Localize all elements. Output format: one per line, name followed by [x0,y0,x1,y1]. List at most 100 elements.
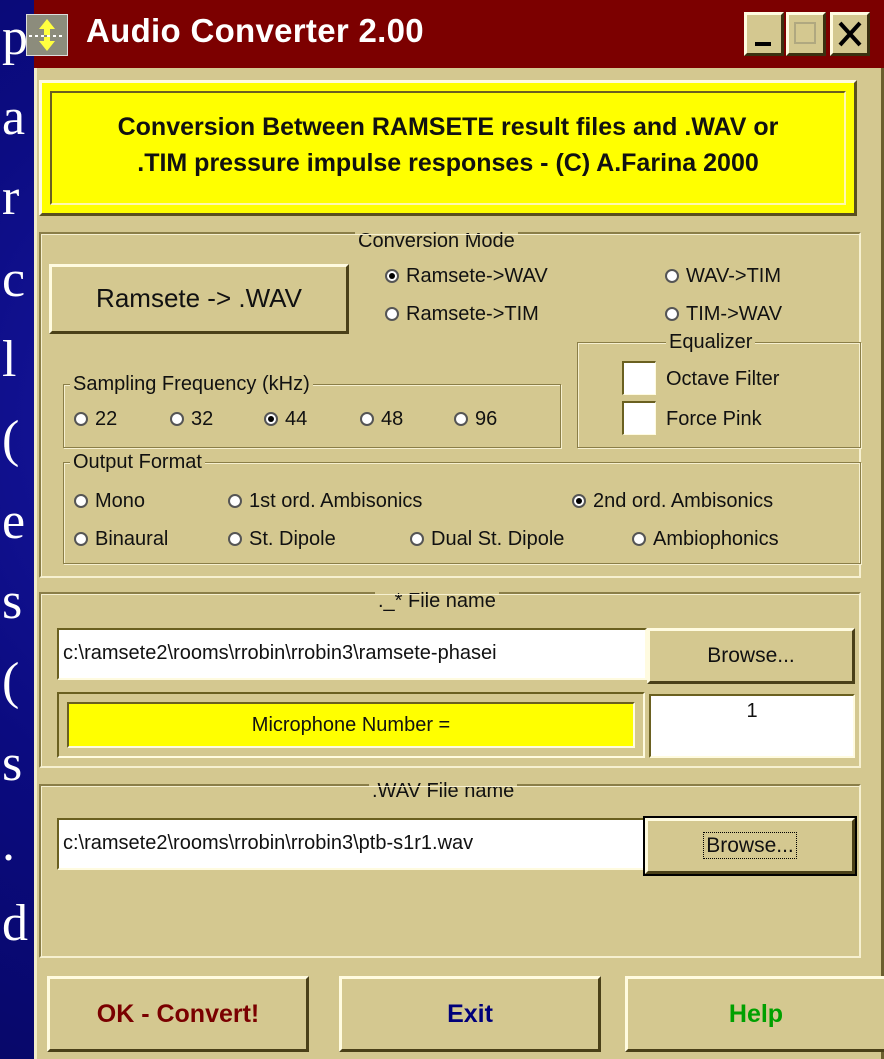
sampling-frequency-label: Sampling Frequency (kHz) [70,373,313,395]
wav-browse-focus-frame: Browse... [643,816,857,876]
radio-dot-selected [572,494,586,508]
radio-dot [74,532,88,546]
radio-dot [228,532,242,546]
radio-48khz[interactable]: 48 [360,407,403,431]
app-window: Audio Converter 2.00 Conversion Between … [26,0,884,1059]
radio-label: Ramsete->WAV [406,265,548,287]
radio-2nd-ambisonics[interactable]: 2nd ord. Ambisonics [572,489,773,513]
radio-ramsete-wav[interactable]: Ramsete->WAV [385,264,548,288]
radio-dot [665,269,679,283]
source-file-path-input[interactable]: c:\ramsete2\rooms\rrobin\rrobin3\ramsete… [57,628,647,680]
slide-letter: e [2,493,26,550]
output-format-group: Output Format Mono 1st ord. Ambisonics 2… [63,451,861,564]
radio-label: 2nd ord. Ambisonics [593,490,774,512]
radio-label: 22 [95,408,118,430]
title-bar[interactable]: Audio Converter 2.00 [26,0,884,68]
radio-label: 96 [475,408,498,430]
radio-label: WAV->TIM [686,265,781,287]
slide-letter: a [2,89,26,146]
radio-ramsete-tim[interactable]: Ramsete->TIM [385,302,539,326]
radio-dot [74,494,88,508]
banner-line-2: .TIM pressure impulse responses - (C) A.… [137,149,759,177]
force-pink-label: Force Pink [666,408,762,430]
slide-letter: r [2,169,20,226]
ok-convert-button[interactable]: OK - Convert! [47,976,309,1052]
radio-label: TIM->WAV [686,303,783,325]
radio-dot [665,307,679,321]
equalizer-label: Equalizer [666,331,756,353]
slide-letter: ( [2,411,20,468]
microphone-number-input[interactable]: 1 [649,694,855,758]
minimize-button[interactable] [744,12,784,56]
conversion-mode-label: Conversion Mode [355,230,518,252]
radio-44khz[interactable]: 44 [264,407,307,431]
radio-ambiophonics[interactable]: Ambiophonics [632,527,779,551]
slide-letter: . [2,815,15,872]
wav-browse-button[interactable]: Browse... [645,818,855,874]
radio-dot-selected [385,269,399,283]
slide-letter: l [2,331,17,388]
radio-label: 1st ord. Ambisonics [249,490,423,512]
source-browse-button[interactable]: Browse... [647,628,855,684]
radio-dot [228,494,242,508]
radio-label: Binaural [95,528,169,550]
source-file-panel: ._* File name c:\ramsete2\rooms\rrobin\r… [39,590,861,768]
radio-dot [454,412,468,426]
wav-browse-label: Browse... [703,832,797,859]
radio-binaural[interactable]: Binaural [74,527,168,551]
radio-22khz[interactable]: 22 [74,407,117,431]
equalizer-group: Equalizer Octave Filter Force Pink [577,331,861,448]
radio-label: 44 [285,408,308,430]
radio-st-dipole[interactable]: St. Dipole [228,527,336,551]
app-converter-icon[interactable] [26,14,68,56]
wav-file-panel: .WAV File name c:\ramsete2\rooms\rrobin\… [39,780,861,958]
microphone-number-label: Microphone Number = [67,702,635,748]
window-title: Audio Converter 2.00 [86,12,424,49]
radio-dot [410,532,424,546]
slide-letter: s [2,573,23,630]
conversion-direction-button[interactable]: Ramsete -> .WAV [49,264,349,334]
radio-label: Ramsete->TIM [406,303,539,325]
output-format-label: Output Format [70,451,205,473]
radio-label: St. Dipole [249,528,336,550]
banner-line-1: Conversion Between RAMSETE result files … [117,113,779,141]
radio-32khz[interactable]: 32 [170,407,213,431]
force-pink-checkbox[interactable] [622,401,656,435]
radio-dot [632,532,646,546]
radio-mono[interactable]: Mono [74,489,145,513]
wav-file-path-input[interactable]: c:\ramsete2\rooms\rrobin\rrobin3\ptb-s1r… [57,818,647,870]
radio-label: Mono [95,490,146,512]
radio-dot [385,307,399,321]
radio-dot [360,412,374,426]
close-button[interactable] [830,12,870,56]
radio-tim-wav[interactable]: TIM->WAV [665,302,782,326]
settings-panel: Conversion Mode Ramsete -> .WAV Ramsete-… [39,230,861,578]
slide-letter: c [2,251,26,308]
help-button[interactable]: Help [625,976,884,1052]
banner-text: Conversion Between RAMSETE result files … [42,109,854,181]
slide-letter: p [2,9,28,66]
maximize-button[interactable] [786,12,826,56]
radio-label: 48 [381,408,404,430]
slide-letter: ( [2,653,20,710]
octave-filter-label: Octave Filter [666,368,780,390]
radio-96khz[interactable]: 96 [454,407,497,431]
radio-label: 32 [191,408,214,430]
source-file-label: ._* File name [375,590,499,612]
radio-label: Dual St. Dipole [431,528,565,550]
radio-1st-ambisonics[interactable]: 1st ord. Ambisonics [228,489,422,513]
wav-file-label: .WAV File name [369,780,518,802]
info-banner: Conversion Between RAMSETE result files … [39,80,857,216]
exit-button[interactable]: Exit [339,976,601,1052]
radio-wav-tim[interactable]: WAV->TIM [665,264,781,288]
sampling-frequency-group: Sampling Frequency (kHz) 22 32 44 48 96 [63,373,561,448]
slide-letter: d [2,895,28,952]
radio-dot-selected [264,412,278,426]
radio-dot [74,412,88,426]
octave-filter-checkbox[interactable] [622,361,656,395]
slide-letter: s [2,735,23,792]
radio-label: Ambiophonics [653,528,779,550]
radio-dot [170,412,184,426]
microphone-label-frame: Microphone Number = [57,692,645,758]
radio-dual-st-dipole[interactable]: Dual St. Dipole [410,527,564,551]
